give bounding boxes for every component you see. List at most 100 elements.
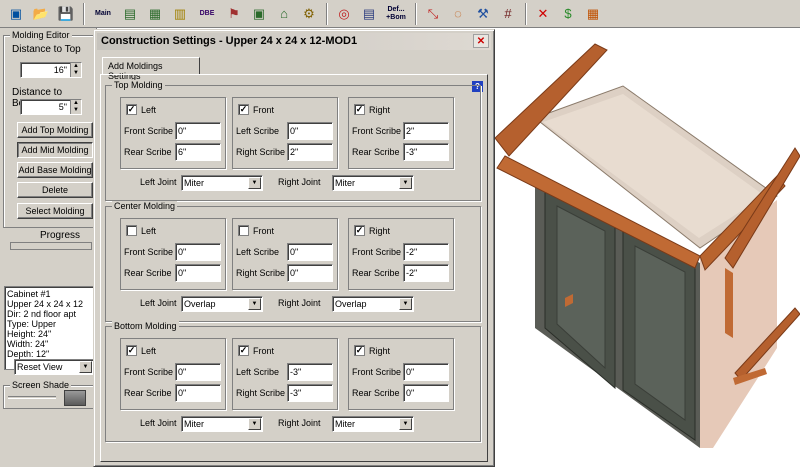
spin-arrows-icon[interactable]: ▲ ▼ xyxy=(70,63,81,77)
scribe-label: Front Scribe xyxy=(124,126,174,136)
chevron-down-icon[interactable]: ▼ xyxy=(79,361,92,373)
cabinet-icon[interactable]: ▤ xyxy=(118,2,142,26)
scribe-label: Rear Scribe xyxy=(124,388,172,398)
cabinet-render-svg xyxy=(494,43,800,448)
top-right-scribe2-input[interactable]: -3" xyxy=(403,143,449,161)
target-icon[interactable]: ◎ xyxy=(332,2,356,26)
center-right-joint-dropdown[interactable]: Overlap ▼ xyxy=(332,296,414,312)
center-left-joint-dropdown[interactable]: Overlap ▼ xyxy=(181,296,263,312)
tab-add-moldings-settings[interactable]: Add Moldings Settings xyxy=(102,57,200,81)
close-icon[interactable]: ✕ xyxy=(473,34,489,48)
money-icon[interactable]: $ xyxy=(556,2,580,26)
delete-icon[interactable]: ✕ xyxy=(531,2,555,26)
top-front-scribe1-input[interactable]: 0" xyxy=(287,122,333,140)
top-right-box: ✓ Right Front Scribe 2" Rear Scribe -3" xyxy=(348,97,454,169)
add-mid-molding-button[interactable]: Add Mid Molding xyxy=(17,142,93,158)
bottom-front-scribe1-input[interactable]: -3" xyxy=(287,363,333,381)
center-left-scribe2-input[interactable]: 0" xyxy=(175,264,221,282)
bottom-right-label: Right xyxy=(369,346,391,356)
scribe-label: Rear Scribe xyxy=(352,268,400,278)
main-icon[interactable]: Main xyxy=(89,2,117,26)
top-right-joint-dropdown[interactable]: Miter ▼ xyxy=(332,175,414,191)
top-right-joint-label: Right Joint xyxy=(278,177,321,187)
dbe-icon[interactable]: DBE xyxy=(193,2,221,26)
bottom-right-scribe1-input[interactable]: 0" xyxy=(403,363,449,381)
drawer-icon[interactable]: ▥ xyxy=(168,2,192,26)
center-left-checkbox[interactable] xyxy=(126,225,137,236)
select-molding-button[interactable]: Select Molding xyxy=(17,203,93,219)
top-right-checkbox[interactable]: ✓ xyxy=(354,104,365,115)
add-top-molding-button[interactable]: Add Top Molding xyxy=(17,122,93,138)
measure-icon[interactable]: ⤡ xyxy=(421,2,445,26)
chevron-down-icon[interactable]: ▼ xyxy=(248,418,261,430)
top-left-scribe2-input[interactable]: 6" xyxy=(175,143,221,161)
frame-icon[interactable]: ▣ xyxy=(247,2,271,26)
bottom-left-scribe1-input[interactable]: 0" xyxy=(175,363,221,381)
top-front-scribe2-input[interactable]: 2" xyxy=(287,143,333,161)
reset-view-dropdown[interactable]: Reset View ▼ xyxy=(14,359,94,375)
bottom-left-scribe2-input[interactable]: 0" xyxy=(175,384,221,402)
progress-bar xyxy=(10,242,92,250)
grid-icon[interactable]: # xyxy=(496,2,520,26)
shade-swatch[interactable] xyxy=(64,390,86,406)
bottom-front-scribe2-input[interactable]: -3" xyxy=(287,384,333,402)
chevron-down-icon[interactable]: ▼ xyxy=(399,177,412,189)
top-left-joint-dropdown[interactable]: Miter ▼ xyxy=(181,175,263,191)
center-right-scribe1-input[interactable]: -2" xyxy=(403,243,449,261)
add-base-molding-button[interactable]: Add Base Molding xyxy=(17,162,93,178)
chevron-down-icon[interactable]: ▼ xyxy=(399,298,412,310)
defaults-icon[interactable]: Def... +Bom xyxy=(382,2,410,26)
center-left-joint-label: Left Joint xyxy=(140,298,177,308)
bottom-front-checkbox[interactable]: ✓ xyxy=(238,345,249,356)
cabinet-3d-view[interactable] xyxy=(494,28,800,467)
ring-icon[interactable]: ◌ xyxy=(446,2,470,26)
chevron-down-icon[interactable]: ▼ xyxy=(399,418,412,430)
center-front-checkbox[interactable] xyxy=(238,225,249,236)
top-left-checkbox[interactable]: ✓ xyxy=(126,104,137,115)
bottom-right-scribe2-input[interactable]: 0" xyxy=(403,384,449,402)
cabinet-grid-icon[interactable]: ▦ xyxy=(143,2,167,26)
center-front-scribe1-input[interactable]: 0" xyxy=(287,243,333,261)
cabinet-info-line: Cabinet #1 xyxy=(7,289,51,299)
top-front-checkbox[interactable]: ✓ xyxy=(238,104,249,115)
hardware-icon[interactable]: ⚙ xyxy=(297,2,321,26)
construction-settings-dialog: Construction Settings - Upper 24 x 24 x … xyxy=(93,29,495,467)
screen-shade-slider[interactable] xyxy=(8,396,56,399)
bottom-right-checkbox[interactable]: ✓ xyxy=(354,345,365,356)
top-right-scribe1-input[interactable]: 2" xyxy=(403,122,449,140)
screen-shade-label: Screen Shade xyxy=(10,380,72,390)
distance-to-top-input[interactable]: 16" ▲ ▼ xyxy=(20,62,82,78)
bottom-molding-legend: Bottom Molding xyxy=(112,321,179,331)
scribe-label: Front Scribe xyxy=(124,247,174,257)
tools-icon[interactable]: ⚒ xyxy=(471,2,495,26)
toolbar-separator xyxy=(83,2,85,25)
delete-button[interactable]: Delete xyxy=(17,182,93,198)
distance-to-bottom-input[interactable]: 5" ▲ ▼ xyxy=(20,99,82,115)
bottom-right-joint-label: Right Joint xyxy=(278,418,321,428)
top-left-scribe1-input[interactable]: 0" xyxy=(175,122,221,140)
form-icon[interactable]: ▤ xyxy=(357,2,381,26)
chevron-down-icon[interactable]: ▼ xyxy=(248,298,261,310)
open-folder-icon[interactable]: 📂 xyxy=(29,2,53,26)
center-left-box: Left Front Scribe 0" Rear Scribe 0" xyxy=(120,218,226,290)
bottom-left-joint-dropdown[interactable]: Miter ▼ xyxy=(181,416,263,432)
center-right-scribe2-input[interactable]: -2" xyxy=(403,264,449,282)
spin-arrows-icon[interactable]: ▲ ▼ xyxy=(70,100,81,114)
bottom-front-label: Front xyxy=(253,346,275,356)
center-front-scribe2-input[interactable]: 0" xyxy=(287,264,333,282)
molding-icon[interactable]: ⌂ xyxy=(272,2,296,26)
distance-to-top-label: Distance to Top xyxy=(12,44,81,55)
center-right-checkbox[interactable]: ✓ xyxy=(354,225,365,236)
center-left-scribe1-input[interactable]: 0" xyxy=(175,243,221,261)
calendar-icon[interactable]: ▦ xyxy=(581,2,605,26)
scribe-label: Right Scribe xyxy=(236,147,286,157)
scribe-label: Left Scribe xyxy=(236,247,280,257)
chair-icon[interactable]: ⚑ xyxy=(222,2,246,26)
dialog-title-bar[interactable]: Construction Settings - Upper 24 x 24 x … xyxy=(97,33,491,50)
save-icon[interactable]: 💾 xyxy=(54,2,78,26)
chevron-down-icon[interactable]: ▼ xyxy=(248,177,261,189)
window-icon[interactable]: ▣ xyxy=(4,2,28,26)
bottom-left-checkbox[interactable]: ✓ xyxy=(126,345,137,356)
bottom-right-joint-dropdown[interactable]: Miter ▼ xyxy=(332,416,414,432)
add-moldings-tab-panel: ? Top Molding ✓ Left Front Scribe 0" Rea… xyxy=(100,74,488,462)
